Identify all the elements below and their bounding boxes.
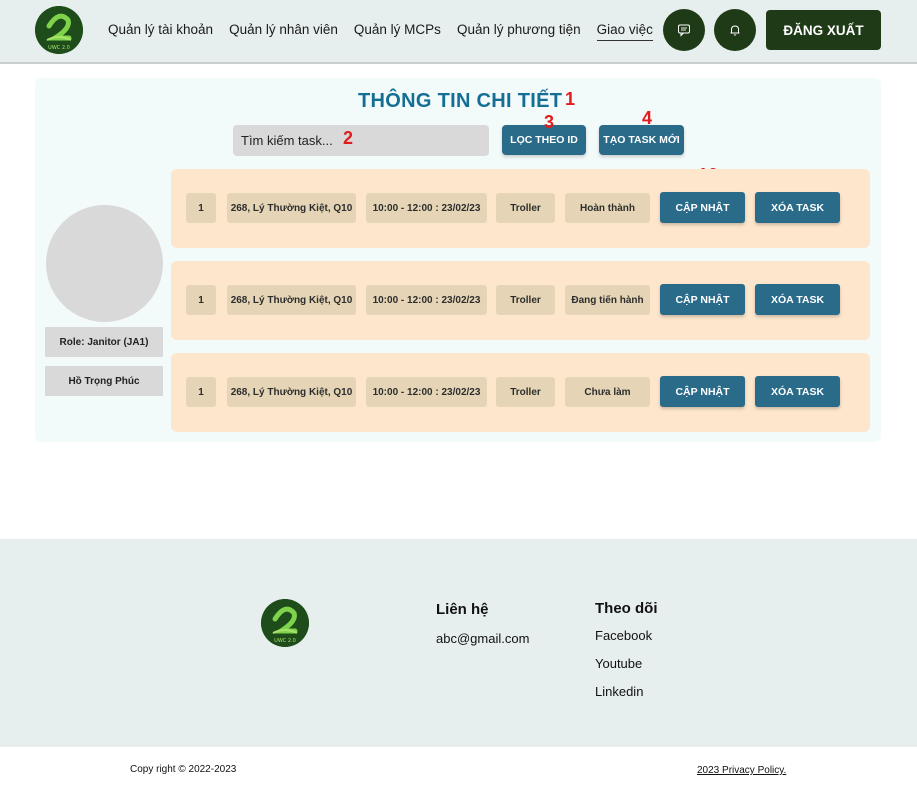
- contact-email-link[interactable]: abc@gmail.com: [436, 631, 529, 646]
- update-button[interactable]: CẬP NHẬT: [660, 284, 745, 315]
- svg-text:UWC 2.0: UWC 2.0: [48, 45, 70, 51]
- footer: UWC 2.0 Liên hệ abc@gmail.com Theo dõi F…: [0, 539, 917, 747]
- nav-staff-management[interactable]: Quản lý nhân viên: [229, 22, 338, 41]
- logo-icon: UWC 2.0: [35, 6, 83, 54]
- linkedin-link[interactable]: Linkedin: [595, 684, 643, 699]
- chat-button[interactable]: [663, 9, 705, 51]
- task-id: 1: [186, 377, 216, 407]
- task-vehicle: Troller: [496, 377, 555, 407]
- follow-heading: Theo dõi: [595, 600, 658, 617]
- bell-icon: [730, 25, 740, 36]
- task-address: 268, Lý Thường Kiệt, Q10: [227, 285, 356, 315]
- task-time: 10:00 - 12:00 : 23/02/23: [366, 285, 487, 315]
- task-status: Chưa làm: [565, 377, 650, 407]
- annotation-marker: 3: [544, 112, 555, 132]
- footer-logo[interactable]: UWC 2.0: [261, 599, 309, 647]
- copyright-text: Copy right © 2022-2023: [130, 764, 237, 775]
- logo[interactable]: UWC 2.0: [35, 6, 83, 54]
- logo-icon: UWC 2.0: [261, 599, 309, 647]
- task-row: 1 268, Lý Thường Kiệt, Q10 10:00 - 12:00…: [171, 261, 870, 340]
- task-status: Hoàn thành: [565, 193, 650, 223]
- youtube-link[interactable]: Youtube: [595, 656, 642, 671]
- nav-mcp-management[interactable]: Quản lý MCPs: [354, 22, 441, 41]
- task-vehicle: Troller: [496, 285, 555, 315]
- update-button[interactable]: CẬP NHẬT: [660, 192, 745, 223]
- task-address: 268, Lý Thường Kiệt, Q10: [227, 377, 356, 407]
- task-time: 10:00 - 12:00 : 23/02/23: [366, 193, 487, 223]
- task-id: 1: [186, 285, 216, 315]
- task-status: Đang tiến hành: [565, 285, 650, 315]
- notification-button[interactable]: [714, 9, 756, 51]
- search-input[interactable]: [233, 125, 489, 156]
- task-time: 10:00 - 12:00 : 23/02/23: [366, 377, 487, 407]
- svg-text:UWC 2.0: UWC 2.0: [274, 638, 296, 644]
- facebook-link[interactable]: Facebook: [595, 628, 652, 643]
- contact-heading: Liên hệ: [436, 601, 489, 618]
- employee-name: Hồ Trọng Phúc: [45, 366, 163, 396]
- task-detail-panel: THÔNG TIN CHI TIẾT 1 2 LỌC THEO ID 3 TẠO…: [35, 78, 881, 442]
- top-navbar: UWC 2.0 Quản lý tài khoản Quản lý nhân v…: [0, 0, 917, 64]
- task-address: 268, Lý Thường Kiệt, Q10: [227, 193, 356, 223]
- page-title: THÔNG TIN CHI TIẾT: [358, 90, 563, 112]
- task-row: 1 268, Lý Thường Kiệt, Q10 10:00 - 12:00…: [171, 353, 870, 432]
- annotation-marker: 1: [565, 89, 576, 109]
- avatar: [46, 205, 163, 322]
- delete-task-button[interactable]: XÓA TASK: [755, 376, 840, 407]
- main-nav: Quản lý tài khoản Quản lý nhân viên Quản…: [108, 22, 669, 41]
- delete-task-button[interactable]: XÓA TASK: [755, 284, 840, 315]
- privacy-policy-link[interactable]: 2023 Privacy Policy.: [697, 765, 786, 776]
- annotation-marker: 4: [642, 108, 653, 128]
- update-button[interactable]: CẬP NHẬT: [660, 376, 745, 407]
- chat-icon: [678, 24, 690, 37]
- role-label: Role: Janitor (JA1): [45, 327, 163, 357]
- nav-task-assignment[interactable]: Giao việc: [596, 22, 653, 41]
- task-row: 1 268, Lý Thường Kiệt, Q10 10:00 - 12:00…: [171, 169, 870, 248]
- nav-account-management[interactable]: Quản lý tài khoản: [108, 22, 213, 41]
- logout-button[interactable]: ĐĂNG XUẤT: [766, 10, 881, 50]
- annotation-marker: 2: [343, 128, 354, 148]
- nav-vehicle-management[interactable]: Quản lý phương tiện: [457, 22, 581, 41]
- task-vehicle: Troller: [496, 193, 555, 223]
- task-id: 1: [186, 193, 216, 223]
- create-task-button[interactable]: TẠO TASK MỚI: [599, 125, 684, 155]
- delete-task-button[interactable]: XÓA TASK: [755, 192, 840, 223]
